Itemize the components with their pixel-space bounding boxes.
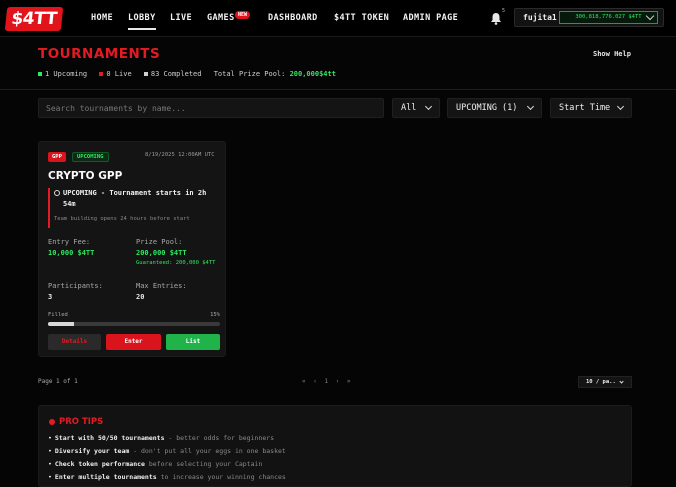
- stat-completed-text: 83 Completed: [150, 70, 202, 78]
- stat-live: 0 Live: [99, 70, 132, 78]
- page-info: Page 1 of 1: [38, 378, 78, 385]
- clock-icon: [54, 190, 60, 196]
- search-input[interactable]: Search tournaments by name...: [38, 98, 384, 118]
- per-page-value: 10 / pa..: [586, 379, 616, 385]
- logo[interactable]: $4TT: [4, 7, 64, 31]
- tournament-stats: 1 Upcoming 0 Live 83 Completed Total Pri…: [38, 70, 336, 78]
- divider: [0, 89, 676, 90]
- bullet-icon: •: [48, 473, 52, 481]
- guaranteed-text: Guaranteed: 200,000 $4TT: [136, 260, 216, 266]
- stat-completed: 83 Completed: [143, 70, 202, 78]
- show-help-button[interactable]: Show Help: [593, 50, 631, 58]
- bullet-icon: •: [48, 434, 52, 442]
- page-title: TOURNAMENTS: [38, 46, 161, 62]
- details-button[interactable]: Details: [48, 334, 101, 350]
- progress-labels: Filled 15%: [48, 312, 220, 318]
- participants-label: Participants:: [48, 282, 103, 290]
- green-square-icon: [38, 72, 42, 76]
- tip-bold: Diversify your team: [54, 447, 130, 455]
- bullet-icon: •: [48, 447, 52, 455]
- status-badge: UPCOMING: [72, 152, 109, 162]
- sort-select-value: Start Time: [559, 103, 611, 113]
- chevron-down-icon: [526, 102, 535, 111]
- bullet-icon: •: [48, 460, 52, 468]
- status-select-value: UPCOMING (1): [456, 103, 518, 113]
- max-entries-label: Max Entries:: [136, 282, 187, 290]
- tournament-title: CRYPTO GPP: [48, 170, 123, 182]
- tournament-card[interactable]: GPP UPCOMING 8/19/2025 12:00AM UTC CRYPT…: [38, 141, 226, 357]
- stat-pool-label: Total Prize Pool:: [213, 70, 286, 78]
- logo-text: $4TT: [4, 7, 64, 31]
- nav-dashboard[interactable]: DASHBOARD: [268, 13, 318, 23]
- red-square-icon: [99, 72, 104, 76]
- nav-admin[interactable]: ADMIN PAGE: [403, 13, 458, 23]
- tip-bold: Start with 50/50 tournaments: [54, 434, 165, 442]
- stat-upcoming: 1 Upcoming: [38, 70, 87, 78]
- tip-item: • Diversify your team - don't put all you…: [48, 447, 286, 455]
- per-page-select[interactable]: 10 / pa..: [578, 376, 632, 388]
- pager-controls[interactable]: « ‹ 1 › »: [302, 378, 353, 385]
- chevron-down-icon: [424, 102, 433, 111]
- tip-text: - don't put all your eggs in one basket: [129, 447, 286, 455]
- list-button[interactable]: List: [166, 334, 220, 350]
- start-date: 8/19/2025 12:00AM UTC: [145, 152, 215, 158]
- tip-text: before selecting your Captain: [144, 460, 263, 468]
- user-menu[interactable]: fujita1 300,818,776.027 $4TT: [514, 8, 664, 27]
- lightbulb-icon: [49, 418, 55, 425]
- top-nav: $4TT HOME LOBBY LIVE GAMES NEW DASHBOARD…: [0, 0, 676, 37]
- type-select-value: All: [401, 103, 417, 113]
- type-select[interactable]: All: [392, 98, 440, 118]
- bell-icon[interactable]: [490, 12, 502, 25]
- participants-value: 3: [48, 293, 53, 301]
- fill-progress-bar: [48, 322, 220, 326]
- nav-live[interactable]: LIVE: [170, 13, 192, 23]
- username: fujita1: [523, 13, 557, 22]
- chevron-down-icon: [619, 379, 624, 384]
- notification-count: 5: [502, 8, 506, 14]
- prize-pool-value: 200,000 $4TT: [136, 249, 187, 257]
- status-select[interactable]: UPCOMING (1): [447, 98, 542, 118]
- token-balance: 300,818,776.027 $4TT: [559, 11, 658, 24]
- tip-item: • Enter multiple tournaments to increase …: [48, 473, 286, 481]
- tip-item: • Start with 50/50 tournaments - better o…: [48, 434, 274, 442]
- nav-home[interactable]: HOME: [91, 13, 113, 23]
- stat-pool-value: 200,000$4tt: [289, 70, 336, 78]
- stat-live-text: 0 Live: [106, 70, 132, 78]
- enter-button[interactable]: Enter: [106, 334, 161, 350]
- start-notice: UPCOMING - Tournament starts in 2h 54m T…: [48, 188, 220, 228]
- entry-fee-value: 10,000 $4TT: [48, 249, 95, 257]
- filled-label: Filled: [48, 312, 68, 318]
- type-badge: GPP: [48, 152, 66, 162]
- max-entries-value: 20: [136, 293, 145, 301]
- tips-title-text: PRO TIPS: [59, 417, 104, 427]
- prize-pool-label: Prize Pool:: [136, 238, 183, 246]
- tip-item: • Check token performance before selectin…: [48, 460, 262, 468]
- fill-progress-value: [48, 322, 74, 326]
- filled-percent: 15%: [210, 312, 220, 318]
- sort-select[interactable]: Start Time: [550, 98, 632, 118]
- chevron-down-icon: [616, 102, 625, 111]
- tip-text: - better odds for beginners: [164, 434, 275, 442]
- tip-bold: Check token performance: [54, 460, 145, 468]
- tip-text: to increase your winning chances: [156, 473, 286, 481]
- new-badge: NEW: [235, 11, 251, 19]
- notice-text: UPCOMING - Tournament starts in 2h 54m: [63, 189, 207, 208]
- nav-token[interactable]: $4TT TOKEN: [334, 13, 389, 23]
- pro-tips-panel: PRO TIPS • Start with 50/50 tournaments -…: [38, 405, 632, 487]
- tip-bold: Enter multiple tournaments: [54, 473, 157, 481]
- nav-games[interactable]: GAMES: [207, 13, 235, 23]
- tips-title: PRO TIPS: [49, 417, 103, 427]
- stat-upcoming-text: 1 Upcoming: [45, 70, 88, 78]
- gray-square-icon: [143, 72, 148, 76]
- nav-lobby[interactable]: LOBBY: [128, 13, 156, 30]
- entry-fee-label: Entry Fee:: [48, 238, 91, 246]
- notice-subtext: Team building opens 24 hours before star…: [54, 216, 190, 222]
